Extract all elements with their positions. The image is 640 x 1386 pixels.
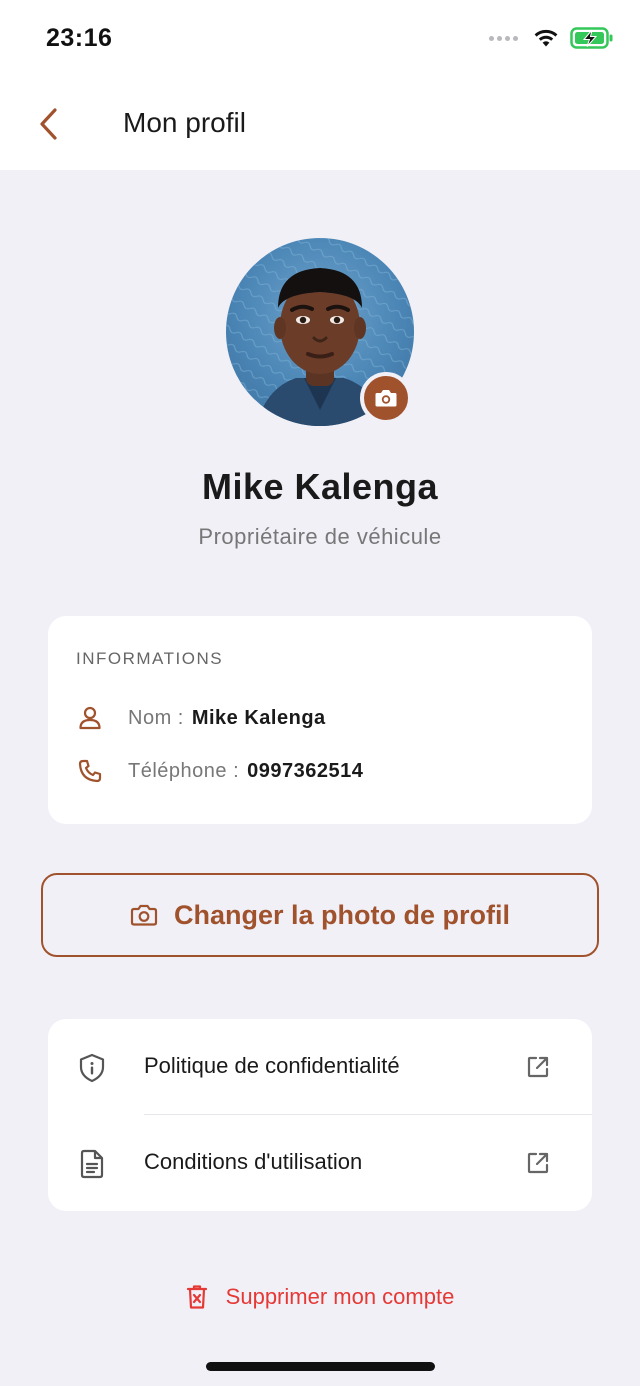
trash-icon [186,1285,207,1309]
info-card: INFORMATIONS Nom : Mike Kalenga Téléphon… [48,616,592,824]
terms-of-use-label: Conditions d'utilisation [144,1149,363,1174]
avatar-camera-button[interactable] [360,372,412,424]
info-label-name: Nom : [128,706,184,729]
status-bar: 23:16 [0,0,640,80]
chevron-left-icon [40,108,57,140]
battery-charging-icon [570,27,613,49]
info-value-name: Mike Kalenga [191,706,326,729]
profile-role: Propriétaire de véhicule [198,524,442,549]
home-indicator [206,1362,435,1371]
privacy-policy-label: Politique de confidentialité [144,1053,400,1078]
phone-icon [76,757,104,785]
person-icon [76,704,104,732]
app-header: Mon profil [0,80,640,170]
delete-account-button[interactable]: Supprimer mon compte [0,1284,640,1310]
info-heading: INFORMATIONS [76,649,224,668]
page-title: Mon profil [123,107,246,138]
external-link-icon [527,1152,549,1174]
change-photo-button[interactable]: Changer la photo de profil [41,873,599,957]
camera-icon [375,390,397,407]
status-time: 23:16 [46,24,113,52]
wifi-icon [534,29,558,47]
privacy-policy-link[interactable]: Politique de confidentialité [48,1019,592,1115]
document-icon [80,1149,104,1179]
delete-account-label: Supprimer mon compte [225,1284,455,1309]
links-card: Politique de confidentialité Conditions … [48,1019,592,1211]
camera-icon [130,904,158,926]
avatar-container [226,238,416,428]
profile-name: Mike Kalenga [201,466,439,507]
terms-of-use-link[interactable]: Conditions d'utilisation [48,1115,592,1211]
external-link-icon [527,1056,549,1078]
change-photo-label: Changer la photo de profil [174,899,510,930]
shield-info-icon [79,1053,105,1083]
profile-screen: 23:16 Mon profil Mike Kalenga Propriétai… [0,0,640,1386]
back-button[interactable] [30,104,70,144]
status-icons [489,26,614,50]
signal-dots-icon [489,35,518,41]
info-row-phone: Téléphone : 0997362514 [76,757,363,785]
info-label-phone: Téléphone : [128,759,240,782]
info-value-phone: 0997362514 [247,759,364,782]
info-row-name: Nom : Mike Kalenga [76,704,326,732]
